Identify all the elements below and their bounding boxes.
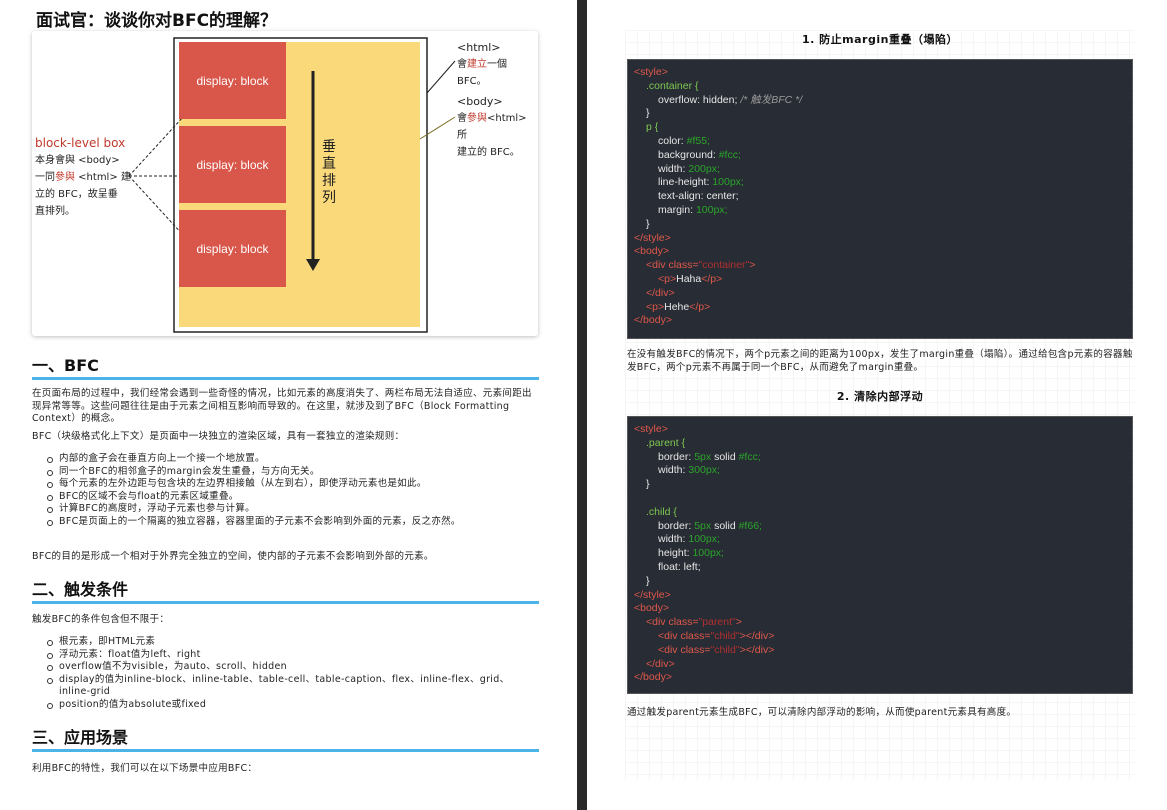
body-annotation: <body> 會參與<html> 所 建立的 BFC。 bbox=[457, 93, 538, 161]
code-line: </div> bbox=[646, 286, 675, 299]
code-line: border: 5px solid #f66; bbox=[658, 519, 762, 532]
section1-paragraph-3: BFC的目的是形成一个相对于外界完全独立的空间，使内部的子元素不会影响到外部的元… bbox=[32, 551, 434, 562]
code-line: } bbox=[646, 217, 650, 230]
list-item: 内部的盒子会在垂直方向上一个接一个地放置。 bbox=[46, 453, 532, 466]
code-line: <div class="container"> bbox=[646, 259, 756, 272]
code-line: p { bbox=[646, 121, 659, 134]
code-line: color: #f55; bbox=[658, 134, 710, 147]
vertical-label: 垂直排列 bbox=[322, 139, 336, 206]
code-line: overflow: hidden; /* 触发BFC */ bbox=[658, 93, 803, 106]
code-line: <body> bbox=[634, 602, 670, 615]
section-heading-usage: 三、应用场景 bbox=[32, 724, 539, 752]
code-line: <style> bbox=[634, 66, 668, 78]
block-desc-line4: 直排列。 bbox=[35, 206, 75, 217]
block-heading: block-level box bbox=[35, 136, 126, 150]
code-line: <body> bbox=[634, 245, 670, 258]
code-line: <style> bbox=[634, 423, 668, 435]
section2-paragraph-1: 触发BFC的条件包含但不限于： bbox=[32, 614, 170, 625]
code-line: .container { bbox=[646, 79, 699, 92]
section1-paragraph-1: 在页面布局的过程中，我们经常会遇到一些奇怪的情况，比如元素的高度消失了、两栏布局… bbox=[32, 388, 532, 424]
block-box-3: display: block bbox=[179, 210, 286, 287]
block-box-2: display: block bbox=[179, 126, 286, 203]
code-line: <p>Haha</p> bbox=[658, 272, 723, 285]
html-pointer bbox=[426, 60, 456, 94]
code-line: <p>Hehe</p> bbox=[646, 300, 711, 313]
trigger-conditions-list: 根元素，即HTML元素 浮动元素：float值为left、right overf… bbox=[46, 636, 532, 711]
body-desc-line1: 會參與<html> 所 bbox=[457, 113, 527, 141]
code-line: width: 100px; bbox=[658, 533, 720, 546]
section3-paragraph-1: 利用BFC的特性，我们可以在以下场景中应用BFC： bbox=[32, 763, 258, 774]
code-line: margin: 100px; bbox=[658, 203, 728, 216]
html-desc: 會建立一個 BFC。 bbox=[457, 59, 507, 87]
code-line: </style> bbox=[634, 231, 671, 244]
code-line: height: 100px; bbox=[658, 547, 724, 560]
code-line: } bbox=[646, 107, 650, 120]
code-line: <div class="child"></div> bbox=[658, 643, 775, 656]
code-line: } bbox=[646, 574, 650, 587]
example1-title: 1. 防止margin重叠（塌陷） bbox=[802, 33, 958, 46]
left-page: 面试官：谈谈你对BFC的理解？ display: block display: … bbox=[0, 0, 577, 810]
code-line: border: 5px solid #fcc; bbox=[658, 450, 761, 463]
block-desc-line1: 本身會與 <body> bbox=[35, 155, 120, 166]
list-item: BFC是页面上的一个隔离的独立容器，容器里面的子元素不会影响到外面的元素，反之亦… bbox=[46, 516, 532, 529]
block-annotation: block-level box 本身會與 <body> 一同參與 <html> … bbox=[35, 135, 131, 220]
right-page: 1. 防止margin重叠（塌陷） <style> .container { o… bbox=[587, 0, 1167, 810]
code-line: width: 200px; bbox=[658, 162, 720, 175]
code-line: .parent { bbox=[646, 436, 686, 449]
code-line: text-align: center; bbox=[658, 190, 739, 203]
bfc-rules-list: 内部的盒子会在垂直方向上一个接一个地放置。 同一个BFC的相邻盒子的margin… bbox=[46, 453, 532, 528]
example1-paragraph: 在没有触发BFC的情况下，两个p元素之间的距离为100px，发生了margin重… bbox=[627, 349, 1133, 373]
code-line: </body> bbox=[634, 671, 672, 684]
page-divider bbox=[577, 0, 587, 810]
page-title: 面试官：谈谈你对BFC的理解？ bbox=[36, 11, 278, 31]
list-item: overflow值不为visible，为auto、scroll、hidden bbox=[46, 661, 532, 674]
section-heading-bfc: 一、BFC bbox=[32, 352, 539, 380]
code-line: line-height: 100px; bbox=[658, 176, 744, 189]
list-item: position的值为absolute或fixed bbox=[46, 699, 532, 712]
list-item: 计算BFC的高度时，浮动子元素也参与计算。 bbox=[46, 503, 532, 516]
code-line: </div> bbox=[646, 657, 675, 670]
list-item: 浮动元素：float值为left、right bbox=[46, 649, 532, 662]
block-box-1: display: block bbox=[179, 42, 286, 119]
html-annotation: <html> 會建立一個 BFC。 bbox=[457, 39, 538, 90]
body-tag: <body> bbox=[457, 95, 503, 108]
code-line: background: #fcc; bbox=[658, 148, 741, 161]
bfc-figure: display: block display: block display: b… bbox=[32, 31, 538, 336]
code-line: float: left; bbox=[658, 560, 701, 573]
code-line: .child { bbox=[646, 505, 677, 518]
list-item: 根元素，即HTML元素 bbox=[46, 636, 532, 649]
block-desc-line3: 立的 BFC，故呈垂 bbox=[35, 189, 118, 200]
body-desc-line2: 建立的 BFC。 bbox=[457, 147, 520, 158]
code-line: <div class="parent"> bbox=[646, 616, 742, 629]
block-desc-line2: 一同參與 <html> 建 bbox=[35, 172, 131, 183]
list-item: BFC的区域不会与float的元素区域重叠。 bbox=[46, 491, 532, 504]
list-item: 每个元素的左外边距与包含块的左边界相接触（从左到右），即使浮动元素也是如此。 bbox=[46, 478, 532, 491]
code-block-float: <style> .parent { border: 5px solid #fcc… bbox=[627, 416, 1133, 694]
section1-paragraph-2: BFC（块级格式化上下文）是页面中一块独立的渲染区域，具有一套独立的渲染规则： bbox=[32, 431, 405, 442]
section-heading-trigger: 二、触发条件 bbox=[32, 576, 539, 604]
code-line: </body> bbox=[634, 314, 672, 327]
code-line: width: 300px; bbox=[658, 464, 720, 477]
list-item: 同一个BFC的相邻盒子的margin会发生重叠，与方向无关。 bbox=[46, 466, 532, 479]
list-item: display的值为inline-block、inline-table、tabl… bbox=[46, 674, 532, 699]
code-line: } bbox=[646, 478, 650, 491]
code-line: <div class="child"></div> bbox=[658, 629, 775, 642]
code-block-margin: <style> .container { overflow: hidden; /… bbox=[627, 59, 1133, 339]
html-tag: <html> bbox=[457, 41, 501, 54]
example2-paragraph: 通过触发parent元素生成BFC，可以清除内部浮动的影响，从而使parent元… bbox=[627, 707, 1017, 718]
example2-title: 2. 清除内部浮动 bbox=[836, 390, 924, 403]
code-line: </style> bbox=[634, 588, 671, 601]
